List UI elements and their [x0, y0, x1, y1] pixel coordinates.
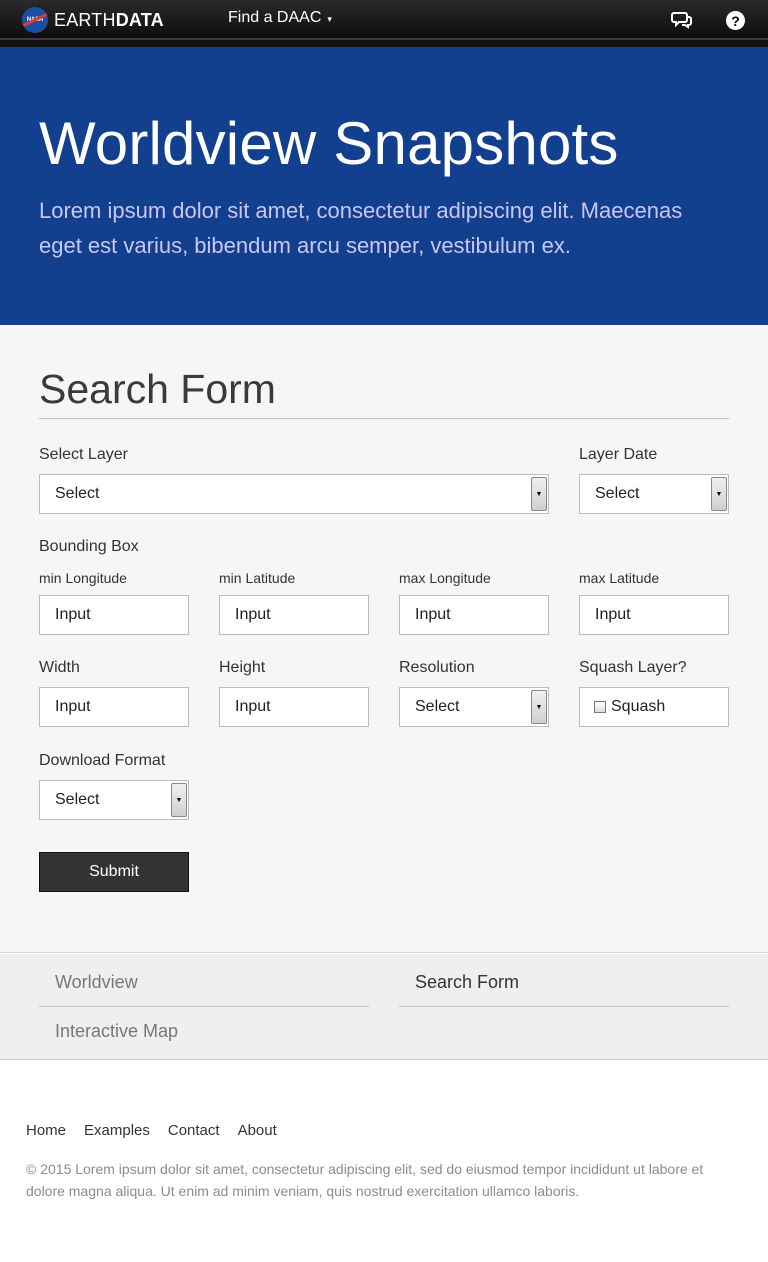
min-longitude-placeholder: Input [55, 606, 91, 623]
dropdown-arrow-icon: ▼ [531, 477, 547, 511]
download-format-dropdown[interactable]: Select ▼ [39, 780, 189, 820]
select-layer-value: Select [55, 485, 100, 502]
section-nav: Worldview Search Form Interactive Map [0, 954, 768, 1060]
footer-link-about[interactable]: About [238, 1122, 277, 1139]
footer-link-home[interactable]: Home [26, 1122, 66, 1139]
download-format-label: Download Format [39, 752, 166, 769]
min-longitude-input[interactable]: Input [39, 595, 189, 635]
topbar-rule [0, 38, 768, 40]
find-daac-menu[interactable]: Find a DAAC ▾ [228, 9, 332, 27]
max-longitude-placeholder: Input [415, 606, 451, 623]
section-nav-item-worldview[interactable]: Worldview [39, 958, 369, 1007]
bounding-box-label: Bounding Box [39, 538, 139, 555]
hero-subtitle: Lorem ipsum dolor sit amet, consectetur … [39, 198, 683, 258]
nasa-logo-icon: NASA [22, 7, 48, 33]
dropdown-arrow-icon: ▼ [531, 690, 547, 724]
footer-link-examples[interactable]: Examples [84, 1122, 150, 1139]
max-latitude-input[interactable]: Input [579, 595, 729, 635]
section-nav-item-search-form[interactable]: Search Form [399, 958, 729, 1007]
select-layer-dropdown[interactable]: Select ▼ [39, 474, 549, 514]
min-latitude-placeholder: Input [235, 606, 271, 623]
dropdown-arrow-icon: ▼ [171, 783, 187, 817]
max-latitude-placeholder: Input [595, 606, 631, 623]
squash-checkbox-label[interactable]: Squash [611, 698, 665, 716]
layer-date-value: Select [595, 485, 640, 502]
submit-button[interactable]: Submit [39, 852, 189, 892]
width-input[interactable]: Input [39, 687, 189, 727]
height-input[interactable]: Input [219, 687, 369, 727]
copyright-text: © 2015 Lorem ipsum dolor sit amet, conse… [26, 1161, 704, 1199]
footer-links: Home Examples Contact About [26, 1122, 295, 1139]
help-icon[interactable]: ? [726, 11, 745, 30]
search-form-section: Search Form Select Layer Select ▼ Layer … [0, 325, 768, 953]
resolution-dropdown[interactable]: Select ▼ [399, 687, 549, 727]
brand-name: EARTHDATA [54, 10, 164, 31]
caret-down-icon: ▾ [327, 13, 332, 24]
brand-bold: DATA [115, 9, 164, 30]
hero-banner: Worldview Snapshots Lorem ipsum dolor si… [0, 47, 768, 325]
select-layer-label: Select Layer [39, 446, 128, 463]
footer-link-contact[interactable]: Contact [168, 1122, 220, 1139]
min-latitude-label: min Latitude [219, 570, 296, 586]
squash-layer-label: Squash Layer? [579, 659, 687, 676]
section-nav-item-interactive-map[interactable]: Interactive Map [39, 1007, 369, 1056]
max-longitude-label: max Longitude [399, 570, 491, 586]
squash-checkbox[interactable] [594, 701, 606, 713]
title-divider [39, 418, 729, 419]
earthdata-logo[interactable]: NASA EARTHDATA [22, 7, 164, 33]
resolution-value: Select [415, 698, 460, 715]
max-longitude-input[interactable]: Input [399, 595, 549, 635]
find-daac-label: Find a DAAC [228, 9, 322, 26]
width-placeholder: Input [55, 698, 91, 715]
width-label: Width [39, 659, 80, 676]
form-title: Search Form [39, 366, 276, 412]
brand-light: EARTH [54, 9, 116, 30]
nasa-logo-text: NASA [26, 17, 44, 23]
max-latitude-label: max Latitude [579, 570, 660, 586]
page-title: Worldview Snapshots [39, 110, 619, 177]
min-longitude-label: min Longitude [39, 570, 127, 586]
dropdown-arrow-icon: ▼ [711, 477, 727, 511]
min-latitude-input[interactable]: Input [219, 595, 369, 635]
chat-icon[interactable] [671, 10, 692, 30]
layer-date-label: Layer Date [579, 446, 658, 463]
squash-field: Squash [579, 687, 729, 727]
height-label: Height [219, 659, 266, 676]
resolution-label: Resolution [399, 659, 475, 676]
height-placeholder: Input [235, 698, 271, 715]
layer-date-dropdown[interactable]: Select ▼ [579, 474, 729, 514]
download-format-value: Select [55, 791, 100, 808]
top-navigation-bar: NASA EARTHDATA Find a DAAC ▾ ? [0, 0, 768, 47]
